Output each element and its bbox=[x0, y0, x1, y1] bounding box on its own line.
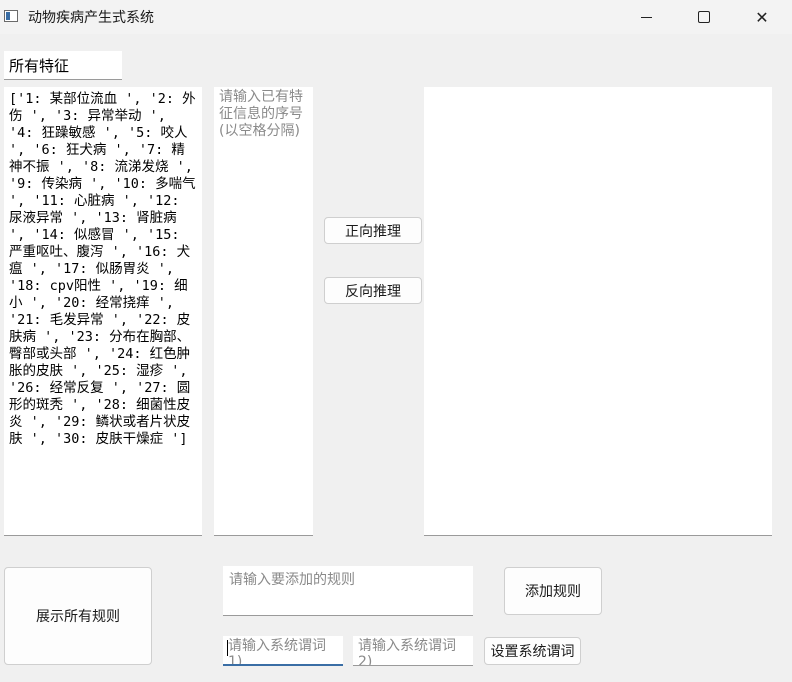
text-caret bbox=[227, 640, 228, 656]
app-icon bbox=[4, 10, 18, 22]
close-icon: ✕ bbox=[755, 7, 769, 27]
show-all-rules-button[interactable]: 展示所有规则 bbox=[4, 567, 152, 665]
result-textarea[interactable] bbox=[424, 87, 772, 536]
window-title: 动物疾病产生式系统 bbox=[28, 10, 154, 26]
all-features-label: 所有特征 bbox=[4, 51, 122, 80]
features-textarea[interactable]: ['1: 某部位流血 ', '2: 外伤 ', '3: 异常举动 ', '4: … bbox=[4, 87, 202, 536]
maximize-button[interactable] bbox=[675, 0, 733, 34]
set-system-terms-button[interactable]: 设置系统谓词 bbox=[484, 637, 581, 665]
feature-sequence-input[interactable]: 请输入已有特征信息的序号(以空格分隔) bbox=[214, 87, 313, 536]
title-bar: 动物疾病产生式系统 ✕ bbox=[0, 0, 792, 34]
system-term-input-1[interactable]: 请输入系统谓词1) bbox=[223, 636, 343, 666]
minimize-icon bbox=[640, 16, 652, 18]
backward-reasoning-button[interactable]: 反向推理 bbox=[324, 277, 422, 304]
add-rule-button[interactable]: 添加规则 bbox=[504, 567, 602, 615]
system-term-input-2[interactable]: 请输入系统谓词2) bbox=[353, 636, 473, 666]
maximize-icon bbox=[698, 11, 710, 23]
minimize-button[interactable] bbox=[617, 0, 675, 34]
forward-reasoning-button[interactable]: 正向推理 bbox=[324, 217, 422, 244]
add-rule-input[interactable]: 请输入要添加的规则 bbox=[223, 566, 473, 616]
close-button[interactable]: ✕ bbox=[733, 0, 791, 34]
